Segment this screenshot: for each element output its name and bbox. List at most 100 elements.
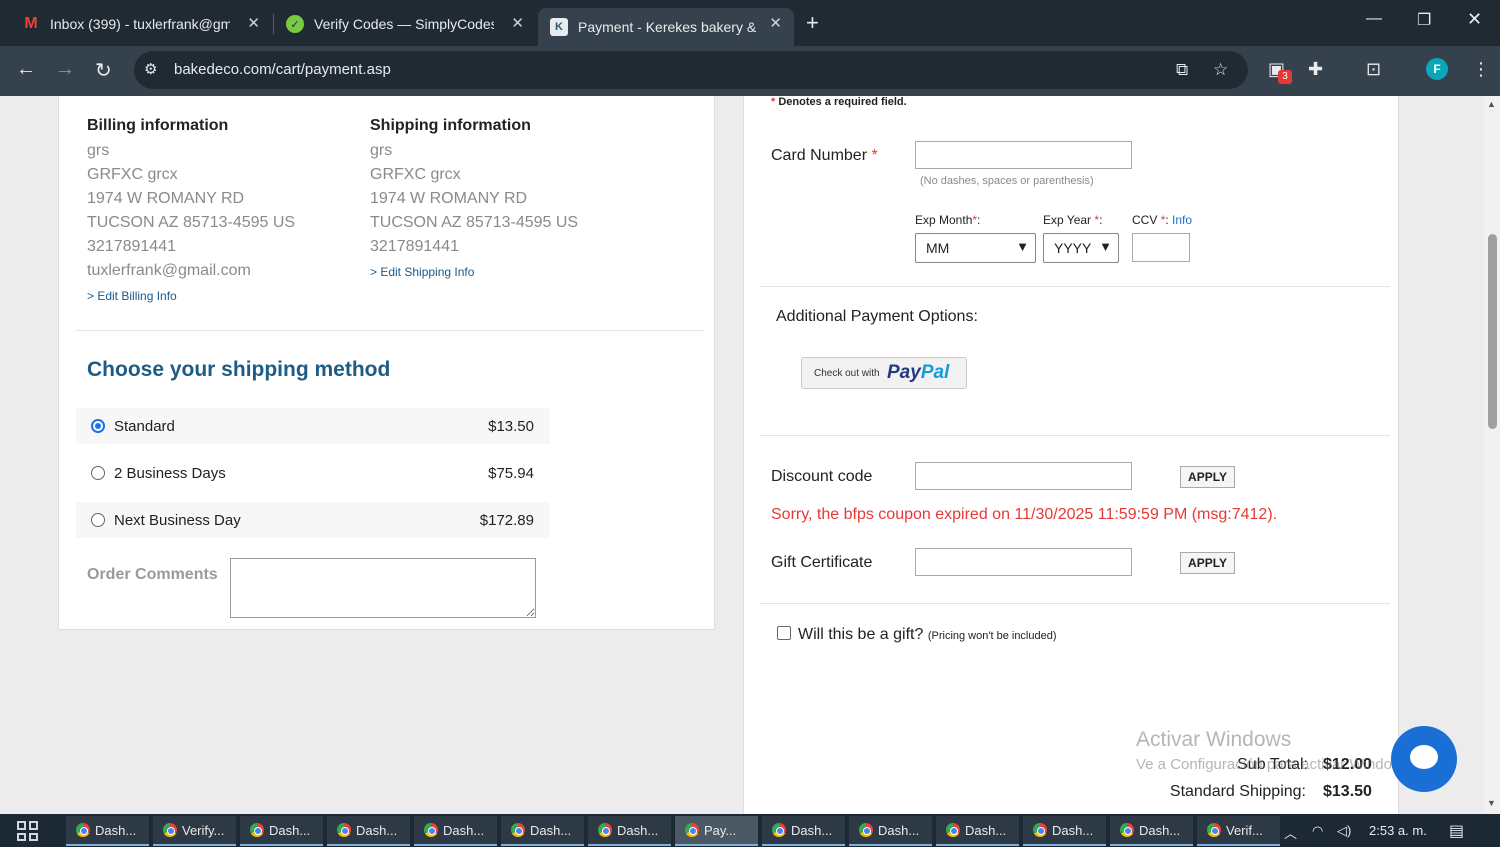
translate-icon[interactable]: ⧉ (1176, 60, 1188, 80)
bookmark-star-icon[interactable]: ☆ (1213, 60, 1228, 80)
shipping-option-label: Standard (114, 418, 175, 435)
radio-button-selected[interactable] (91, 419, 105, 433)
chrome-icon (511, 823, 525, 837)
chrome-icon (163, 823, 177, 837)
taskbar-item-label: Dash... (791, 822, 833, 838)
taskbar-item-label: Verif... (1226, 822, 1263, 838)
clock[interactable]: 2:53 a. m. (1369, 823, 1427, 838)
taskbar-item[interactable]: Dash... (414, 816, 497, 846)
shipping-option-standard[interactable]: Standard $13.50 (76, 408, 550, 444)
close-window-icon[interactable]: ✕ (1467, 9, 1482, 30)
shipping-option-next-business-day[interactable]: Next Business Day $172.89 (76, 502, 550, 538)
minimize-icon[interactable]: — (1366, 10, 1382, 28)
chrome-icon (1120, 823, 1134, 837)
taskbar-item[interactable]: Dash... (762, 816, 845, 846)
volume-icon[interactable]: ◁) (1337, 823, 1351, 839)
close-tab-icon[interactable]: ✕ (247, 14, 260, 32)
tab-search-icon[interactable]: ⊡ (1366, 59, 1381, 80)
extension-badge: 3 (1278, 70, 1292, 84)
shipping-line: 3217891441 (370, 238, 459, 255)
chrome-icon (685, 823, 699, 837)
ccv-info-link[interactable]: Info (1172, 213, 1192, 227)
taskbar-item[interactable]: Dash... (1023, 816, 1106, 846)
shipping-line: TUCSON AZ 85713-4595 US (370, 214, 579, 231)
chrome-icon (1207, 823, 1221, 837)
chrome-icon (946, 823, 960, 837)
taskbar-item[interactable]: Dash... (849, 816, 932, 846)
taskbar-item-label: Dash... (530, 822, 572, 838)
site-info-icon[interactable]: ⚙ (144, 60, 157, 78)
radio-button[interactable] (91, 513, 105, 527)
gift-checkbox[interactable] (777, 626, 791, 640)
shipping-option-price: $172.89 (479, 512, 534, 529)
close-tab-icon[interactable]: ✕ (511, 14, 524, 32)
taskbar-item-label: Dash... (1052, 822, 1094, 838)
taskbar-item[interactable]: Dash... (1110, 816, 1193, 846)
taskbar-item[interactable]: Dash... (501, 816, 584, 846)
paypal-checkout-button[interactable]: Check out with PayPal (801, 357, 967, 389)
forward-icon[interactable]: → (55, 58, 75, 81)
close-tab-icon[interactable]: ✕ (769, 14, 782, 32)
radio-button[interactable] (91, 466, 105, 480)
windows-activation-subtitle: Ve a Configuración para activar Windows. (1136, 756, 1415, 773)
taskbar-item[interactable]: Verify... (153, 816, 236, 846)
shipping-option-price: $75.94 (488, 465, 534, 482)
taskbar-item[interactable]: Dash... (936, 816, 1019, 846)
taskbar-item[interactable]: Dash... (588, 816, 671, 846)
start-icon[interactable] (17, 821, 39, 841)
taskbar-item[interactable]: Pay... (675, 816, 758, 846)
tab-gmail[interactable]: M Inbox (399) - tuxlerfrank@gmail.com ✕ (10, 8, 272, 40)
back-icon[interactable]: ← (16, 58, 36, 81)
taskbar-item[interactable]: Dash... (240, 816, 323, 846)
menu-kebab-icon[interactable]: ⋮ (1472, 59, 1490, 80)
edit-billing-link[interactable]: > Edit Billing Info (87, 289, 177, 303)
scroll-up-icon[interactable]: ▲ (1487, 99, 1496, 109)
taskbar-item-label: Dash... (95, 822, 137, 838)
shipping-option-2-business-days[interactable]: 2 Business Days $75.94 (76, 455, 550, 491)
taskbar-item[interactable]: Dash... (66, 816, 149, 846)
tab-simplycodes[interactable]: ✓ Verify Codes — SimplyCodes ✕ (274, 8, 536, 40)
required-note: * Denotes a required field. (771, 96, 907, 108)
billing-line: tuxlerfrank@gmail.com (87, 262, 251, 279)
page-scrollbar[interactable]: ▲ ▼ (1484, 96, 1500, 814)
paypal-prefix: Check out with (814, 368, 880, 379)
gift-certificate-label: Gift Certificate (771, 554, 873, 571)
shipping-line: grs (370, 142, 393, 159)
order-comments-textarea[interactable] (230, 558, 536, 618)
tab-payment[interactable]: K Payment - Kerekes bakery & restaurant … (538, 8, 794, 46)
shipping-option-label: Next Business Day (114, 512, 241, 529)
taskbar-item-label: Dash... (269, 822, 311, 838)
url-text: bakedeco.com/cart/payment.asp (174, 61, 391, 78)
shipping-option-price: $13.50 (488, 418, 534, 435)
edit-shipping-link[interactable]: > Edit Shipping Info (370, 265, 474, 279)
exp-month-select[interactable]: MM ▼ (915, 233, 1036, 263)
restore-icon[interactable]: ❐ (1417, 10, 1431, 30)
ccv-input[interactable] (1132, 233, 1190, 262)
gift-certificate-input[interactable] (915, 548, 1132, 576)
new-tab-icon[interactable]: + (806, 10, 819, 36)
exp-year-select[interactable]: YYYY ▼ (1043, 233, 1119, 263)
address-bar[interactable]: ⚙ bakedeco.com/cart/payment.asp ⧉ ☆ (134, 51, 1248, 89)
shipping-total-label: Standard Shipping: (1169, 783, 1306, 800)
apply-discount-button[interactable]: APPLY (1180, 466, 1235, 488)
discount-code-input[interactable] (915, 462, 1132, 490)
extensions-puzzle-icon[interactable]: ✚ (1308, 59, 1323, 80)
notifications-icon[interactable]: ▤ (1449, 821, 1464, 841)
billing-line: 1974 W ROMANY RD (87, 190, 245, 207)
reload-icon[interactable]: ↻ (95, 58, 112, 83)
taskbar-item[interactable]: Verif... (1197, 816, 1280, 846)
taskbar-item-label: Verify... (182, 822, 225, 838)
shipping-line: GRFXC grcx (370, 166, 461, 183)
divider (75, 330, 705, 331)
billing-line: GRFXC grcx (87, 166, 178, 183)
wifi-icon[interactable]: ◠ (1312, 823, 1323, 839)
taskbar-item[interactable]: Dash... (327, 816, 410, 846)
tray-chevron-up-icon[interactable]: ︿ (1284, 823, 1297, 842)
profile-avatar[interactable]: F (1426, 58, 1448, 80)
scrollbar-thumb[interactable] (1488, 234, 1497, 429)
card-number-input[interactable] (915, 141, 1132, 169)
chat-widget-button[interactable] (1391, 726, 1457, 792)
scroll-down-icon[interactable]: ▼ (1487, 798, 1496, 808)
shipping-total-value: $13.50 (1323, 783, 1372, 800)
apply-gift-certificate-button[interactable]: APPLY (1180, 552, 1235, 574)
